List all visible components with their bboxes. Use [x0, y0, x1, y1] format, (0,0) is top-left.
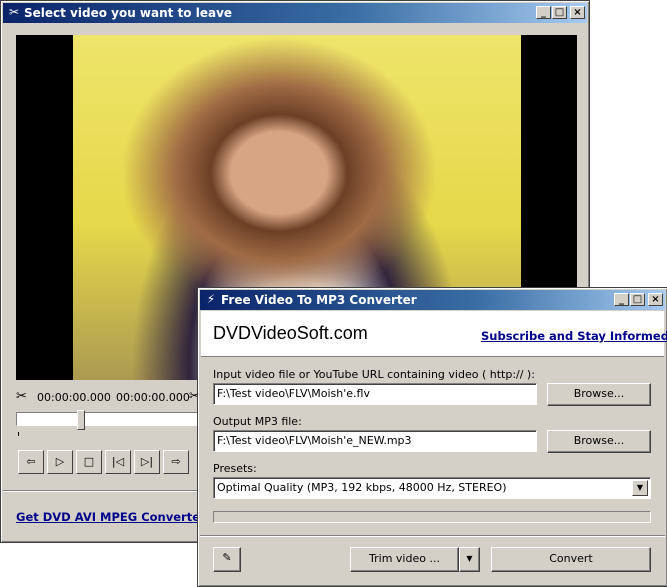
output-file-field[interactable]: F:\Test video\FLV\Moish'e_NEW.mp3 [213, 430, 537, 452]
skip-forward-icon: ▷| [140, 455, 154, 468]
chevron-down-icon: ▼ [466, 554, 473, 563]
output-browse-button[interactable]: Browse... [547, 430, 651, 453]
brand-name: DVDVideoSoft.com [213, 323, 368, 343]
start-time: 00:00:00.000 [37, 391, 111, 404]
skip-back-icon: |◁ [111, 455, 125, 468]
convert-button[interactable]: Convert [491, 547, 651, 572]
close-button[interactable]: × [648, 293, 663, 306]
input-browse-button[interactable]: Browse... [547, 383, 651, 406]
maximize-button[interactable]: □ [552, 6, 567, 19]
progress-bar [213, 511, 651, 523]
divider [200, 535, 665, 537]
output-label: Output MP3 file: [213, 415, 302, 428]
input-label: Input video file or YouTube URL containi… [213, 368, 535, 381]
prev-icon: ⇦ [26, 455, 36, 468]
next-icon: ⇨ [171, 455, 181, 468]
input-file-field[interactable]: F:\Test video\FLV\Moish'e.flv [213, 383, 537, 405]
seek-slider[interactable] [16, 412, 206, 426]
maximize-button[interactable]: □ [630, 293, 645, 306]
window-title: Select video you want to leave [24, 6, 233, 20]
window-title: Free Video To MP3 Converter [221, 293, 417, 307]
prev-button[interactable]: ⇦ [18, 450, 44, 474]
minimize-button[interactable]: _ [614, 293, 629, 306]
chevron-down-icon[interactable]: ▼ [632, 480, 648, 496]
close-button[interactable]: × [570, 6, 585, 19]
title-bar[interactable]: ✂ Select video you want to leave _ □ × [3, 3, 587, 23]
skip-forward-button[interactable]: ▷| [134, 450, 160, 474]
mp3-converter-window: ⚡ Free Video To MP3 Converter _ □ × DVDV… [197, 287, 667, 587]
end-time: 00:00:00.000 [116, 391, 190, 404]
trim-video-button[interactable]: Trim video ... [350, 547, 459, 572]
presets-select[interactable]: Optimal Quality (MP3, 192 kbps, 48000 Hz… [213, 477, 651, 499]
play-icon: ▷ [55, 455, 65, 468]
subscribe-link[interactable]: Subscribe and Stay Informed ! [481, 329, 667, 343]
start-marker-icon[interactable]: ✂ [16, 389, 27, 404]
stop-button[interactable]: □ [76, 450, 102, 474]
dvd-converter-link[interactable]: Get DVD AVI MPEG Converter [16, 510, 206, 524]
slider-tick [18, 432, 19, 436]
seek-thumb[interactable] [77, 410, 85, 430]
title-bar[interactable]: ⚡ Free Video To MP3 Converter _ □ × [200, 290, 665, 310]
scissors-icon: ✂ [8, 5, 20, 19]
trim-dropdown-button[interactable]: ▼ [459, 547, 480, 572]
converter-icon: ⚡ [206, 292, 216, 306]
next-button[interactable]: ⇨ [163, 450, 189, 474]
header-banner: DVDVideoSoft.com Subscribe and Stay Info… [201, 311, 667, 357]
presets-label: Presets: [213, 462, 257, 475]
stop-icon: □ [83, 455, 95, 468]
tools-icon: ✎ [222, 551, 232, 564]
settings-button[interactable]: ✎ [213, 547, 241, 572]
minimize-button[interactable]: _ [536, 6, 551, 19]
skip-back-button[interactable]: |◁ [105, 450, 131, 474]
play-button[interactable]: ▷ [47, 450, 73, 474]
preset-value: Optimal Quality (MP3, 192 kbps, 48000 Hz… [217, 481, 507, 494]
